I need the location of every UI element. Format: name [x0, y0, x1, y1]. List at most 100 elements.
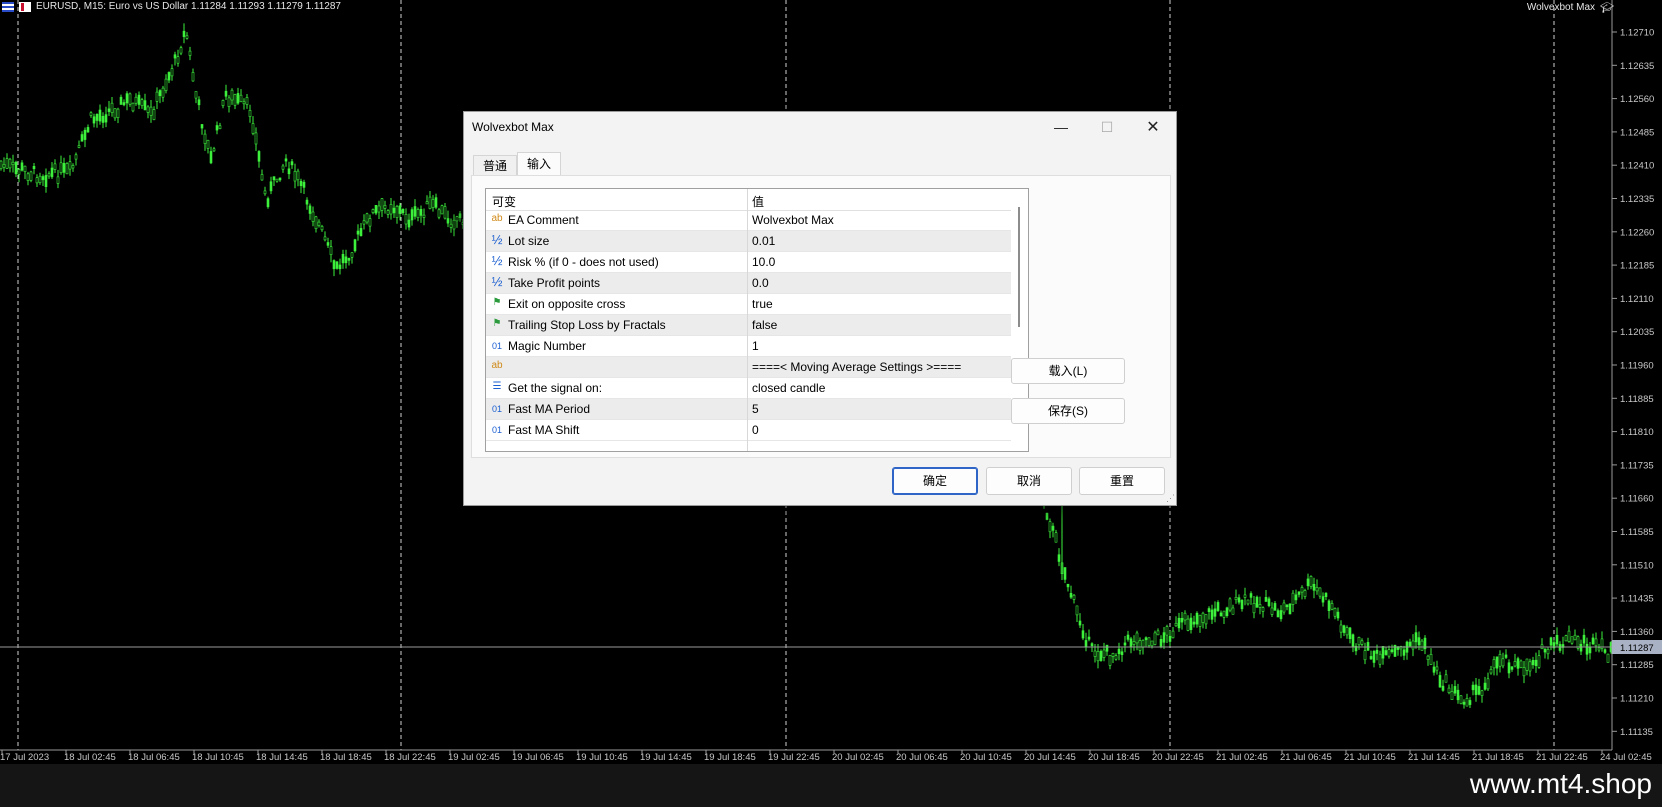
- input-row[interactable]: ½ Take Profit points 0.0: [486, 273, 1011, 294]
- expert-advisor-label[interactable]: Wolvexbot Max 🎓︎: [1527, 1, 1614, 14]
- candle-body: [1198, 614, 1202, 627]
- input-value[interactable]: 10.0: [752, 255, 775, 269]
- input-name: Fast MA Period: [508, 402, 591, 416]
- candle-body: [257, 151, 261, 162]
- candle-body: [1072, 594, 1076, 600]
- input-name: Trailing Stop Loss by Fractals: [508, 318, 666, 332]
- load-button[interactable]: 载入(L): [1011, 358, 1125, 384]
- candle-body: [1573, 634, 1577, 641]
- candle-body: [143, 100, 147, 111]
- candle-body: [1444, 674, 1448, 683]
- candle-body: [26, 173, 30, 181]
- candle-body: [1348, 627, 1352, 640]
- input-row[interactable]: 01 Fast MA Period 5: [486, 399, 1011, 420]
- candle-body: [1489, 668, 1493, 674]
- input-row[interactable]: ⚑ Exit on opposite cross true: [486, 294, 1011, 315]
- candle-body: [308, 205, 312, 214]
- column-divider[interactable]: [747, 189, 748, 451]
- input-row[interactable]: 01 Magic Number 1: [486, 336, 1011, 357]
- close-button[interactable]: ✕: [1130, 112, 1176, 142]
- candle-body: [137, 94, 141, 105]
- tab-inputs[interactable]: 输入: [517, 152, 562, 176]
- input-value[interactable]: ====< Moving Average Settings >====: [752, 360, 961, 374]
- candle-body: [1327, 600, 1331, 612]
- candle-body: [1357, 636, 1361, 646]
- candle-body: [1204, 614, 1208, 625]
- input-name: Take Profit points: [508, 276, 601, 290]
- candle-body: [1252, 602, 1256, 614]
- scroll-thumb[interactable]: [1018, 207, 1020, 327]
- candle-body: [113, 108, 117, 119]
- input-row[interactable]: 01 Fast MA Shift 0: [486, 420, 1011, 441]
- candle-body: [215, 125, 219, 131]
- cancel-button[interactable]: 取消: [986, 467, 1072, 495]
- input-value[interactable]: 5: [752, 402, 759, 416]
- time-tick-label: 24 Jul 02:45: [1600, 752, 1652, 763]
- candle-body: [92, 116, 96, 124]
- candle-body: [128, 93, 132, 105]
- ok-button[interactable]: 确定: [892, 467, 978, 495]
- candle-body: [1585, 643, 1589, 655]
- candle-body: [293, 171, 297, 182]
- column-value[interactable]: 值: [752, 193, 764, 210]
- candle-body: [1483, 682, 1487, 690]
- candle-body: [1270, 607, 1274, 615]
- price-tick-label: 1.11660: [1620, 494, 1654, 505]
- menu-icon[interactable]: [2, 1, 14, 12]
- inputs-grid[interactable]: 可变 值 ab EA Comment Wolvexbot Max ½ Lot size 0…: [485, 188, 1029, 452]
- candle-body: [1342, 625, 1346, 633]
- price-tick-label: 1.12185: [1620, 261, 1654, 272]
- candle-body: [5, 158, 9, 169]
- input-value[interactable]: 0.0: [752, 276, 769, 290]
- candle-body: [20, 162, 24, 171]
- candle-body: [1132, 641, 1136, 645]
- reset-button[interactable]: 重置: [1079, 467, 1165, 495]
- watermark-text: www.mt4.shop: [1469, 768, 1652, 799]
- input-row[interactable]: ☰ Get the signal on: closed candle: [486, 378, 1011, 399]
- maximize-button[interactable]: ☐: [1084, 112, 1130, 142]
- save-button[interactable]: 保存(S): [1011, 398, 1125, 424]
- input-row[interactable]: ab ====< Moving Average Settings >====: [486, 357, 1011, 378]
- time-tick-label: 20 Jul 18:45: [1088, 752, 1140, 763]
- candle-body: [1165, 626, 1169, 636]
- input-value[interactable]: false: [752, 318, 777, 332]
- column-variable[interactable]: 可变: [492, 193, 516, 210]
- candle-body: [1597, 647, 1601, 651]
- input-value[interactable]: true: [752, 297, 773, 311]
- input-value[interactable]: closed candle: [752, 381, 825, 395]
- input-row[interactable]: ½ Lot size 0.01: [486, 231, 1011, 252]
- input-value[interactable]: 1: [752, 339, 759, 353]
- input-row[interactable]: ⚑ Trailing Stop Loss by Fractals false: [486, 315, 1011, 336]
- candle-body: [1360, 640, 1364, 645]
- candle-body: [1315, 586, 1319, 592]
- input-value[interactable]: 0.01: [752, 234, 775, 248]
- integer-type-icon: 01: [491, 404, 502, 414]
- input-row[interactable]: ab EA Comment Wolvexbot Max: [486, 210, 1011, 231]
- candle-body: [179, 47, 183, 54]
- candle-body: [1459, 695, 1463, 704]
- candle-body: [269, 181, 273, 192]
- price-tick-label: 1.12260: [1620, 227, 1654, 238]
- current-price-text: 1.11287: [1620, 643, 1654, 654]
- time-tick-label: 18 Jul 22:45: [384, 752, 436, 763]
- time-tick-label: 18 Jul 02:45: [64, 752, 116, 763]
- minimize-button[interactable]: —: [1038, 112, 1084, 142]
- dialog-titlebar[interactable]: Wolvexbot Max — ☐ ✕: [464, 112, 1176, 142]
- resize-grip-icon[interactable]: ⋰: [1166, 493, 1175, 504]
- input-value[interactable]: 0: [752, 423, 759, 437]
- price-tick-label: 1.11735: [1620, 460, 1654, 471]
- candle-body: [404, 214, 408, 225]
- candle-body: [1591, 637, 1595, 645]
- input-row[interactable]: ½ Risk % (if 0 - does not used) 10.0: [486, 252, 1011, 273]
- candle-body: [251, 123, 255, 134]
- tab-common[interactable]: 普通: [473, 155, 518, 177]
- candle-body: [1240, 599, 1244, 610]
- candle-body: [1507, 662, 1511, 674]
- input-value[interactable]: Wolvexbot Max: [752, 213, 834, 227]
- candle-body: [1126, 634, 1130, 640]
- time-tick-label: 21 Jul 14:45: [1408, 752, 1460, 763]
- input-name: Magic Number: [508, 339, 587, 353]
- candle-body: [164, 78, 168, 91]
- candle-body: [1555, 634, 1559, 645]
- candle-body: [1225, 607, 1229, 616]
